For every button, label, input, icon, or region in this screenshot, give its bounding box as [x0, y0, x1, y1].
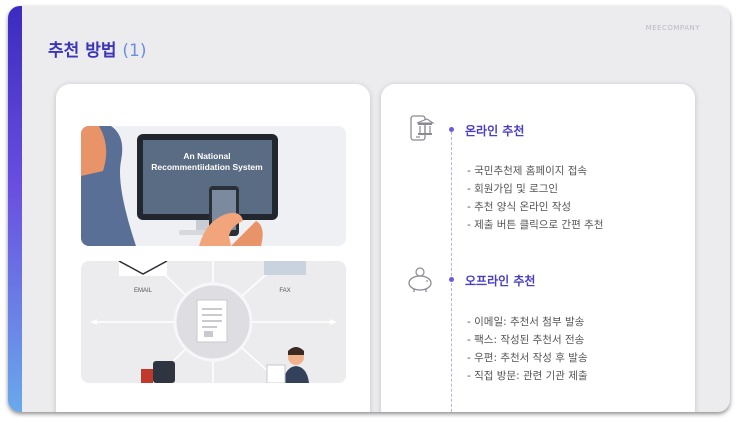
online-title: 온라인 추천 — [465, 124, 525, 138]
list-item: - 직접 방문: 관련 기관 제출 — [467, 370, 588, 382]
bank-phone-icon — [405, 114, 435, 144]
offline-title: 오프라인 추천 — [465, 274, 536, 288]
offline-dot — [449, 277, 454, 282]
fax-label: FAX — [279, 288, 290, 294]
online-list: - 국민추천제 홈페이지 접속 - 회원가입 및 로그인 - 추천 양식 온라인… — [467, 162, 603, 234]
illustration-card: An National Recommentiidation System EMA… — [56, 84, 370, 412]
piggy-bank-icon — [405, 264, 435, 294]
page-title: 추천 방법 (1) — [48, 36, 147, 61]
title-main: 추천 방법 — [48, 41, 123, 61]
list-item: - 국민추천제 홈페이지 접속 — [467, 165, 588, 177]
list-item: - 회원가입 및 로그인 — [467, 183, 559, 195]
list-item: - 제출 버튼 클릭으로 간편 추천 — [467, 219, 604, 231]
online-dot — [449, 127, 454, 132]
list-item: - 추천 양식 온라인 작성 — [467, 201, 572, 213]
list-item: - 우편: 추천서 작성 후 발송 — [467, 352, 588, 364]
title-number: (1) — [122, 41, 147, 61]
offline-list: - 이메일: 추천서 첨부 발송 - 팩스: 작성된 추천서 전송 - 우편: … — [467, 313, 588, 385]
slide: MEECOMPANY 추천 방법 (1) An National Recomme… — [8, 6, 730, 412]
offline-illustration: EMAIL FAX — [81, 261, 346, 383]
brand-label: MEECOMPANY — [645, 24, 700, 32]
monitor-line2: Recommentiidation System — [151, 162, 263, 172]
timeline-line — [451, 132, 452, 412]
accent-bar — [8, 6, 22, 412]
methods-card: 온라인 추천 - 국민추천제 홈페이지 접속 - 회원가입 및 로그인 - 추천… — [381, 84, 695, 412]
email-label: EMAIL — [134, 288, 153, 294]
online-illustration: An National Recommentiidation System — [81, 126, 346, 246]
monitor-line1: An National — [183, 151, 230, 161]
list-item: - 이메일: 추천서 첨부 발송 — [467, 316, 585, 328]
list-item: - 팩스: 작성된 추천서 전송 — [467, 334, 585, 346]
